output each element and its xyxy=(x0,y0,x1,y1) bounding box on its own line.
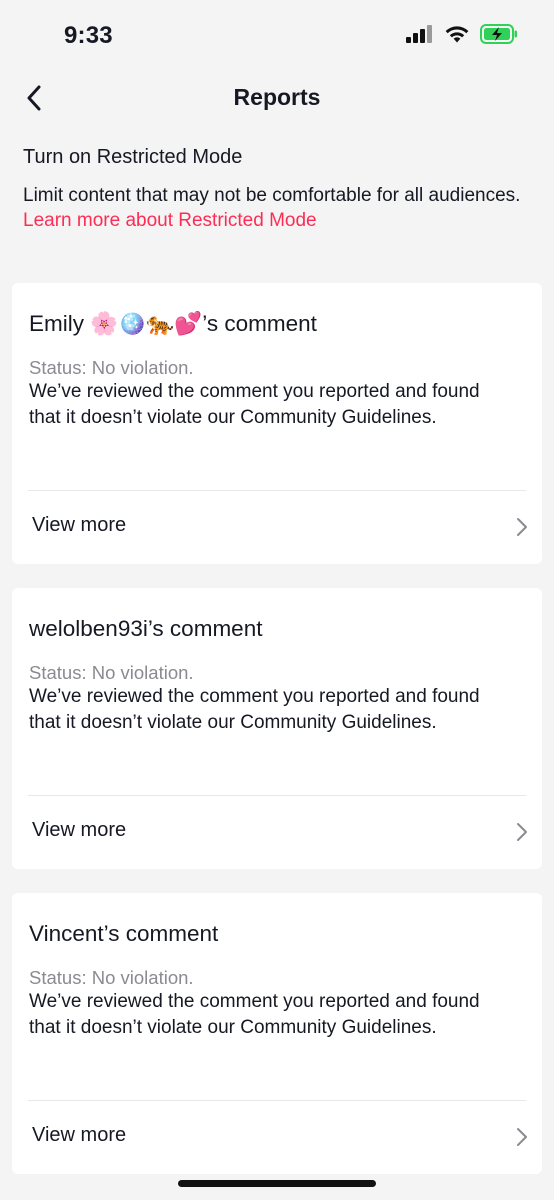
status-time: 9:33 xyxy=(64,22,113,49)
view-more-button[interactable]: View more xyxy=(12,491,542,564)
view-more-label: View more xyxy=(32,514,127,536)
report-title: Vincent’s comment xyxy=(29,921,219,946)
page-title: Reports xyxy=(233,84,321,110)
wifi-icon xyxy=(444,25,470,49)
report-body: We’ve reviewed the comment you reported … xyxy=(29,686,480,733)
signal-icon xyxy=(406,25,434,48)
report-title: Emily 🌸🪩🐅💕’s comment xyxy=(29,311,317,336)
view-more-label: View more xyxy=(32,819,127,841)
report-body: We’ve reviewed the comment you reported … xyxy=(29,381,480,428)
report-card: welolben93i’s comment Status: No violati… xyxy=(12,588,542,869)
restricted-mode-title[interactable]: Turn on Restricted Mode xyxy=(23,146,523,169)
learn-more-link[interactable]: Learn more about Restricted Mode xyxy=(23,210,317,231)
report-status: Status: No violation. xyxy=(29,357,194,378)
home-indicator[interactable] xyxy=(178,1180,376,1187)
nav-bar: Reports xyxy=(0,72,554,126)
report-list: Emily 🌸🪩🐅💕’s comment Status: No violatio… xyxy=(12,283,542,1198)
view-more-button[interactable]: View more xyxy=(12,796,542,869)
report-status: Status: No violation. xyxy=(29,967,194,988)
status-bar: 9:33 xyxy=(0,0,554,70)
report-card: Emily 🌸🪩🐅💕’s comment Status: No violatio… xyxy=(12,283,542,564)
report-status: Status: No violation. xyxy=(29,662,194,683)
view-more-button[interactable]: View more xyxy=(12,1101,542,1174)
view-more-label: View more xyxy=(32,1124,127,1146)
restricted-mode-description: Limit content that may not be comfortabl… xyxy=(23,183,523,233)
status-icons xyxy=(406,24,518,49)
restricted-mode-section: Turn on Restricted Mode Limit content th… xyxy=(23,146,523,233)
report-body: We’ve reviewed the comment you reported … xyxy=(29,991,480,1038)
chevron-right-icon xyxy=(516,1127,528,1152)
chevron-right-icon xyxy=(516,822,528,847)
report-title: welolben93i’s comment xyxy=(29,616,263,641)
chevron-right-icon xyxy=(516,517,528,542)
report-card: Vincent’s comment Status: No violation. … xyxy=(12,893,542,1174)
restricted-mode-description-text: Limit content that may not be comfortabl… xyxy=(23,185,521,206)
battery-charging-icon xyxy=(480,24,518,49)
